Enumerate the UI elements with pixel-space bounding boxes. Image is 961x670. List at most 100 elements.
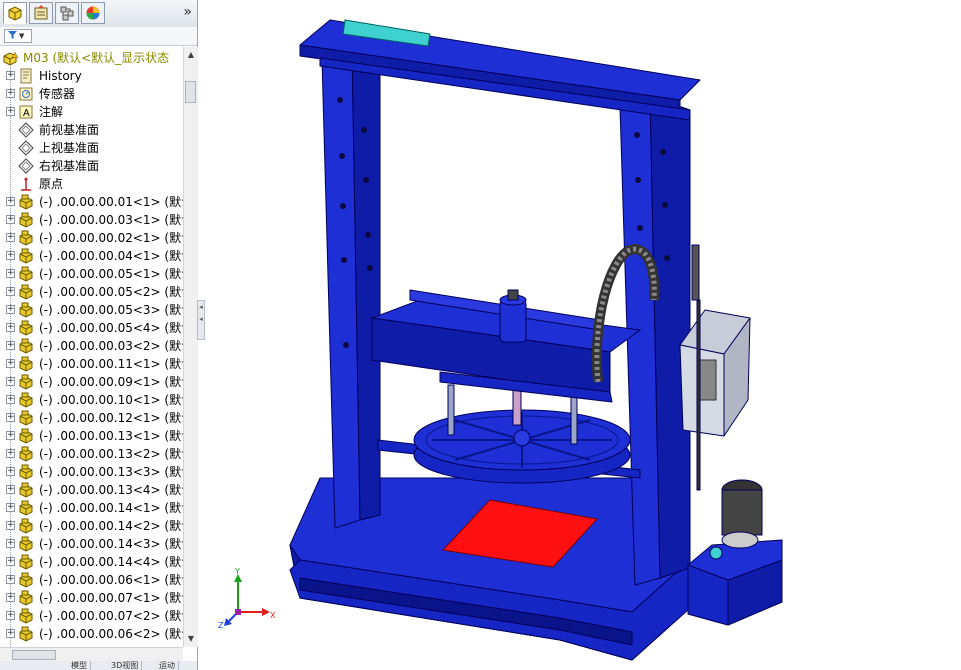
tree-item-label: (-) .00.00.00.03<1> (默认 [39, 213, 183, 227]
machine-model [289, 19, 783, 661]
expand-icon[interactable]: + [6, 215, 15, 224]
expand-icon[interactable]: + [6, 503, 15, 512]
tree-part-8[interactable]: + (-) .00.00.00.03<2> (默认 [0, 337, 183, 355]
tree-part-12[interactable]: + (-) .00.00.00.12<1> (默认 [0, 409, 183, 427]
expand-icon[interactable]: + [6, 539, 15, 548]
expand-tabs-icon[interactable]: » [183, 4, 192, 20]
tree-part-3[interactable]: + (-) .00.00.00.04<1> (默认 [0, 247, 183, 265]
tree-item-label: (-) .00.00.00.05<3> (默认 [39, 303, 183, 317]
tree-part-13[interactable]: + (-) .00.00.00.13<1> (默认 [0, 427, 183, 445]
tree-part-15[interactable]: + (-) .00.00.00.13<3> (默认 [0, 463, 183, 481]
tree-part-18[interactable]: + (-) .00.00.00.14<2> (默认 [0, 517, 183, 535]
tree-item-label: 传感器 [39, 87, 76, 101]
tree-item-3[interactable]: 前视基准面 [0, 121, 183, 139]
tree-part-9[interactable]: + (-) .00.00.00.11<1> (默认 [0, 355, 183, 373]
expand-icon[interactable]: + [6, 233, 15, 242]
expand-icon[interactable]: + [6, 305, 15, 314]
filter-button[interactable]: ▼ [4, 29, 32, 43]
annotation-icon: A [19, 105, 33, 119]
expand-icon[interactable]: + [6, 557, 15, 566]
tree-item-label: (-) .00.00.00.10<1> (默认 [39, 393, 183, 407]
graphics-viewport[interactable] [205, 0, 961, 670]
tab-motion[interactable]: 运动 [156, 661, 179, 670]
tree-part-10[interactable]: + (-) .00.00.00.09<1> (默认 [0, 373, 183, 391]
tab-model[interactable]: 模型 [68, 661, 91, 670]
tree-item-label: (-) .00.00.00.13<4> (默认 [39, 483, 183, 497]
tree-part-19[interactable]: + (-) .00.00.00.14<3> (默认 [0, 535, 183, 553]
expand-icon[interactable]: + [6, 575, 15, 584]
tree-part-7[interactable]: + (-) .00.00.00.05<4> (默认 [0, 319, 183, 337]
expand-icon[interactable]: + [6, 71, 15, 80]
part-icon [19, 320, 33, 336]
scroll-up-icon[interactable]: ▲ [185, 49, 197, 61]
history-icon [20, 68, 32, 84]
tree-horizontal-scrollbar[interactable] [0, 647, 183, 662]
expand-icon[interactable]: + [6, 341, 15, 350]
tree-item-0[interactable]: + History [0, 67, 183, 85]
expand-icon[interactable]: + [6, 413, 15, 422]
tree-part-24[interactable]: + (-) .00.00.00.06<2> (默认 [0, 625, 183, 643]
tree-item-label: (-) .00.00.00.06<1> (默认 [39, 573, 183, 587]
scroll-thumb[interactable] [185, 81, 196, 103]
expand-icon[interactable]: + [6, 269, 15, 278]
tree-part-5[interactable]: + (-) .00.00.00.05<2> (默认 [0, 283, 183, 301]
tree-part-20[interactable]: + (-) .00.00.00.14<4> (默认 [0, 553, 183, 571]
part-icon [19, 536, 33, 552]
scroll-down-icon[interactable]: ▼ [185, 633, 197, 645]
tree-vertical-scrollbar[interactable]: ▲ ▼ [183, 47, 198, 647]
expand-icon[interactable]: + [6, 467, 15, 476]
expand-icon[interactable]: + [6, 251, 15, 260]
panel-splitter-handle[interactable]: ◂ ◂ [197, 300, 205, 340]
tab-3d-views[interactable]: 3D视图 [108, 661, 143, 670]
configurationmanager-icon [60, 6, 74, 21]
tree-part-11[interactable]: + (-) .00.00.00.10<1> (默认 [0, 391, 183, 409]
origin-icon [21, 177, 31, 191]
tree-item-label: (-) .00.00.00.13<1> (默认 [39, 429, 183, 443]
tree-root[interactable]: M03 (默认<默认_显示状态 [0, 49, 183, 67]
tab-propertymanager[interactable] [29, 2, 53, 24]
tree-part-14[interactable]: + (-) .00.00.00.13<2> (默认 [0, 445, 183, 463]
tree-item-4[interactable]: 上视基准面 [0, 139, 183, 157]
expand-icon[interactable]: + [6, 395, 15, 404]
expand-icon[interactable]: + [6, 521, 15, 530]
expand-icon[interactable]: + [6, 287, 15, 296]
tab-configurationmanager[interactable] [55, 2, 79, 24]
expand-icon[interactable]: + [6, 611, 15, 620]
tree-item-5[interactable]: 右视基准面 [0, 157, 183, 175]
tree-part-6[interactable]: + (-) .00.00.00.05<3> (默认 [0, 301, 183, 319]
bottom-tabs: 模型 3D视图 运动 [0, 661, 197, 670]
expand-icon[interactable]: + [6, 593, 15, 602]
tree-part-17[interactable]: + (-) .00.00.00.14<1> (默认 [0, 499, 183, 517]
tree-part-16[interactable]: + (-) .00.00.00.13<4> (默认 [0, 481, 183, 499]
tree-item-1[interactable]: + 传感器 [0, 85, 183, 103]
tree-part-23[interactable]: + (-) .00.00.00.07<2> (默认 [0, 607, 183, 625]
hscroll-thumb[interactable] [12, 650, 56, 660]
expand-icon[interactable]: + [6, 449, 15, 458]
expand-icon[interactable]: + [6, 377, 15, 386]
tree-part-1[interactable]: + (-) .00.00.00.03<1> (默认 [0, 211, 183, 229]
tree-item-label: (-) .00.00.00.09<1> (默认 [39, 375, 183, 389]
tree-item-label: 注解 [39, 105, 64, 119]
tree-item-label: 右视基准面 [39, 159, 100, 173]
expand-icon[interactable]: + [6, 431, 15, 440]
manager-tabs: » [0, 0, 197, 28]
triad-x-label: X [270, 611, 276, 620]
expand-icon[interactable]: + [6, 629, 15, 638]
expand-icon[interactable]: + [6, 359, 15, 368]
tree-item-2[interactable]: + A 注解 [0, 103, 183, 121]
expand-icon[interactable]: + [6, 323, 15, 332]
expand-icon[interactable]: + [6, 197, 15, 206]
tab-displaymanager[interactable] [81, 2, 105, 24]
tab-featuremanager[interactable] [3, 2, 27, 24]
tree-part-0[interactable]: + (-) .00.00.00.01<1> (默认 [0, 193, 183, 211]
expand-icon[interactable]: + [6, 89, 15, 98]
part-icon [19, 338, 33, 354]
tree-part-21[interactable]: + (-) .00.00.00.06<1> (默认 [0, 571, 183, 589]
tree-part-2[interactable]: + (-) .00.00.00.02<1> (默认 [0, 229, 183, 247]
tree-part-22[interactable]: + (-) .00.00.00.07<1> (默认 [0, 589, 183, 607]
tree-item-6[interactable]: 原点 [0, 175, 183, 193]
expand-icon[interactable]: + [6, 485, 15, 494]
tree-part-4[interactable]: + (-) .00.00.00.05<1> (默认 [0, 265, 183, 283]
part-icon [19, 374, 33, 390]
expand-icon[interactable]: + [6, 107, 15, 116]
